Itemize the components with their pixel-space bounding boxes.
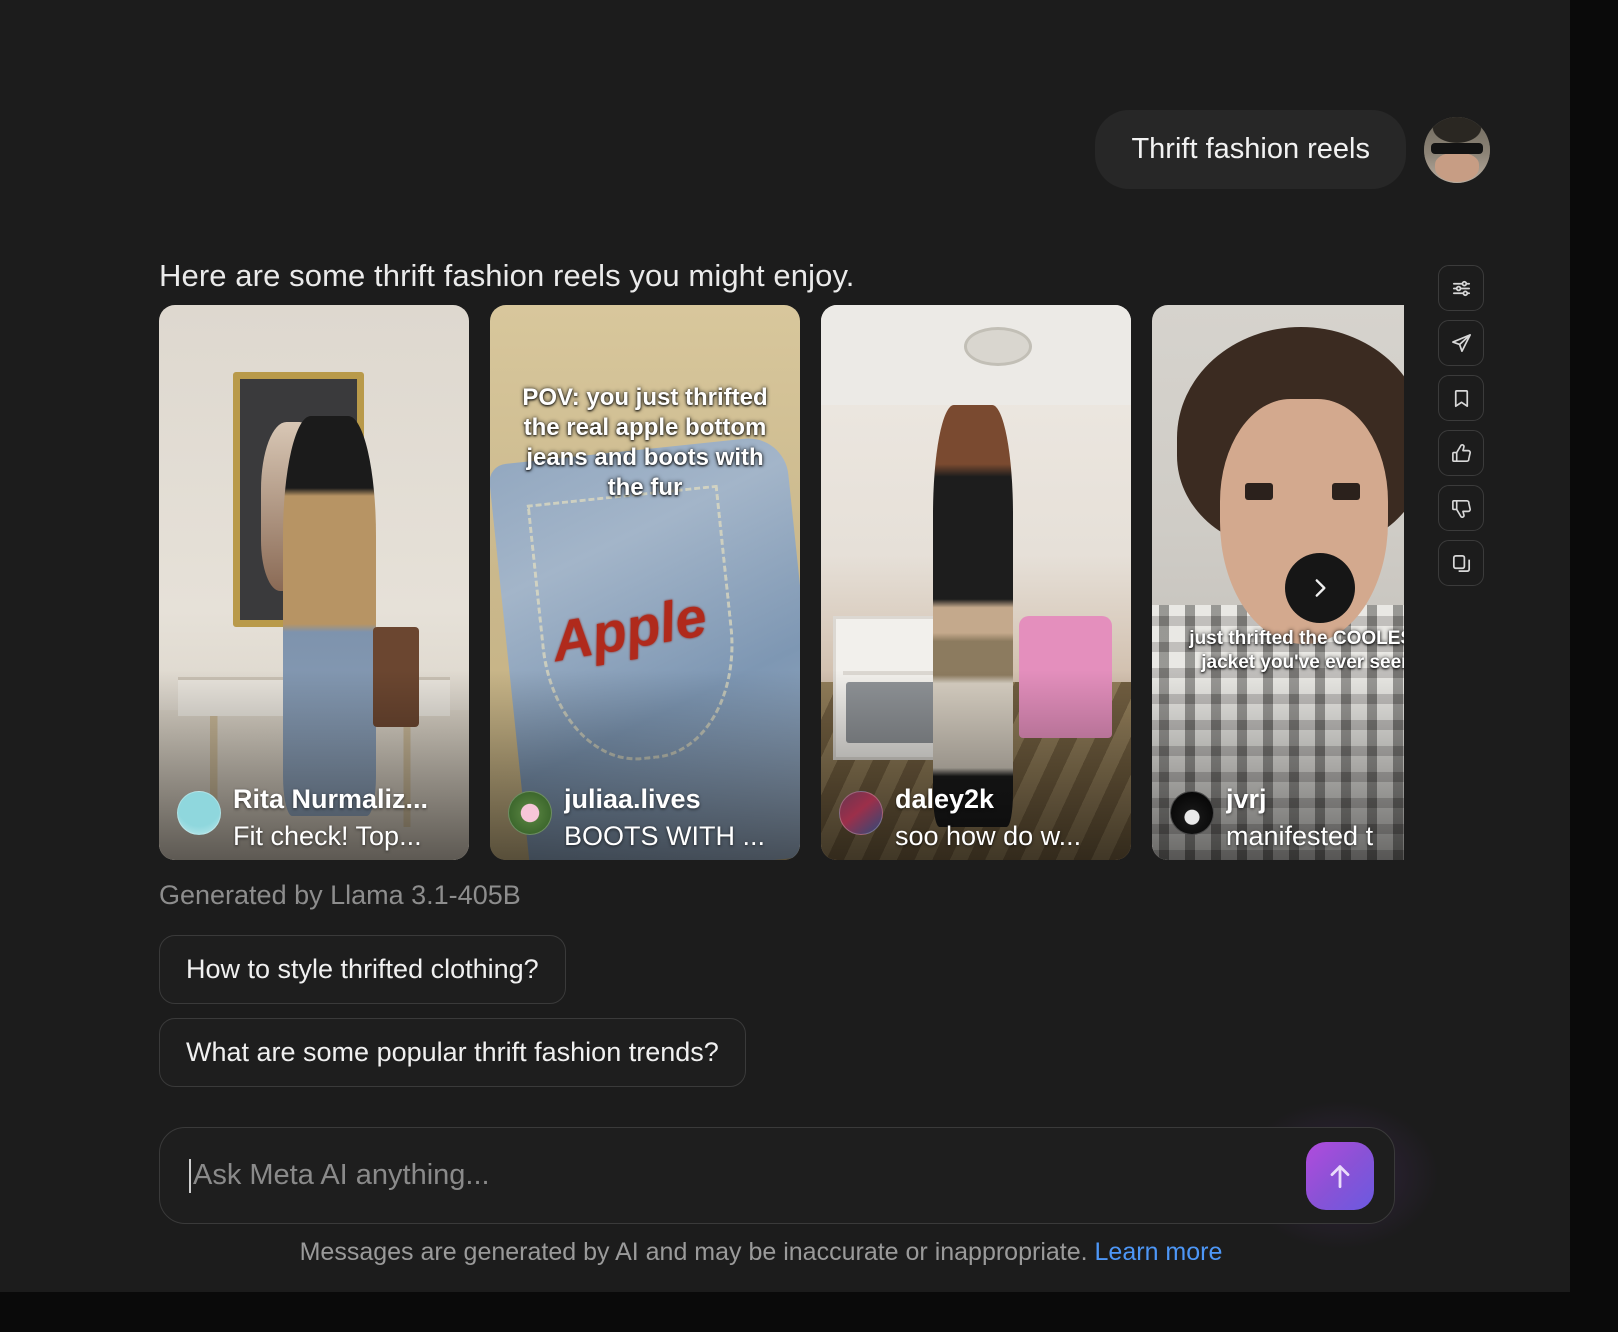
message-input[interactable]: Ask Meta AI anything... (160, 1158, 1306, 1193)
chat-panel: Thrift fashion reels Here are some thrif… (0, 0, 1570, 1292)
thumbs-down-icon (1451, 499, 1471, 518)
thumbs-down-button[interactable] (1438, 485, 1484, 531)
generated-by-label: Generated by Llama 3.1-405B (159, 880, 521, 910)
reel-caption: Fit check! Top... (233, 820, 422, 851)
reel-meta: jvrj manifested t (1170, 781, 1404, 854)
reel-author-avatar (508, 791, 552, 836)
reel-meta: juliaa.lives BOOTS WITH ... (508, 781, 792, 854)
send-button[interactable] (1306, 1141, 1374, 1210)
reel-author-handle: daley2k (895, 784, 995, 815)
reel-author-handle: juliaa.lives (564, 784, 701, 815)
reel-overlay-text: POV: you just thrifted the real apple bo… (522, 383, 768, 501)
reel-caption: manifested t (1226, 820, 1374, 851)
reel-meta: Rita Nurmaliz... Fit check! Top... (177, 781, 461, 854)
user-message-row: Thrift fashion reels (1095, 110, 1490, 189)
avatar-sunglasses (1430, 142, 1484, 155)
avatar[interactable] (1424, 116, 1490, 183)
bookmark-icon (1454, 389, 1468, 407)
meta-ai-chat-screen: Thrift fashion reels Here are some thrif… (0, 0, 1618, 1332)
ai-disclaimer: Messages are generated by AI and may be … (0, 1238, 1522, 1267)
composer-bar[interactable]: Ask Meta AI anything... (159, 1127, 1395, 1224)
thumbs-up-icon (1451, 443, 1471, 462)
reel-card[interactable]: Apple POV: you just thrifted the real ap… (490, 305, 800, 860)
carousel-next-button[interactable] (1285, 553, 1355, 623)
copy-icon (1452, 554, 1470, 572)
reel-author-handle: jvrj (1226, 784, 1267, 815)
message-action-rail (1438, 265, 1484, 586)
reel-author-handle: Rita Nurmaliz... (233, 784, 429, 815)
save-button[interactable] (1438, 375, 1484, 421)
chevron-right-icon (1315, 579, 1326, 597)
reels-carousel[interactable]: Rita Nurmaliz... Fit check! Top... Apple… (159, 305, 1404, 860)
reel-overlay-text: just thrifted the COOLEST jacket you've … (1189, 627, 1404, 673)
assistant-intro-text: Here are some thrift fashion reels you m… (159, 258, 855, 293)
share-button[interactable] (1438, 320, 1484, 366)
reel-caption: soo how do w... (895, 820, 1082, 851)
send-icon (1451, 333, 1471, 352)
suggestion-chip[interactable]: How to style thrifted clothing? (159, 935, 566, 1004)
reel-card[interactable]: Rita Nurmaliz... Fit check! Top... (159, 305, 469, 860)
reel-meta: daley2k soo how do w... (839, 781, 1123, 854)
reel-card[interactable]: just thrifted the COOLEST jacket you've … (1152, 305, 1404, 860)
copy-button[interactable] (1438, 540, 1484, 586)
reel-author-avatar (177, 791, 221, 836)
learn-more-link[interactable]: Learn more (1095, 1238, 1223, 1266)
send-arrow-icon (1330, 1164, 1350, 1188)
text-caret (189, 1158, 191, 1193)
reel-card[interactable]: daley2k soo how do w... (821, 305, 1131, 860)
adjust-response-button[interactable] (1438, 265, 1484, 311)
user-message-bubble[interactable]: Thrift fashion reels (1095, 110, 1406, 189)
suggestion-chips: How to style thrifted clothing? What are… (159, 935, 746, 1087)
suggestion-chip[interactable]: What are some popular thrift fashion tre… (159, 1018, 746, 1087)
disclaimer-text: Messages are generated by AI and may be … (299, 1238, 1088, 1266)
thumbs-up-button[interactable] (1438, 430, 1484, 476)
message-input-placeholder: Ask Meta AI anything... (193, 1159, 490, 1191)
reel-author-avatar (1170, 791, 1214, 836)
reel-caption: BOOTS WITH ... (564, 820, 765, 851)
tune-icon (1452, 280, 1470, 296)
reel-author-avatar (839, 791, 883, 836)
